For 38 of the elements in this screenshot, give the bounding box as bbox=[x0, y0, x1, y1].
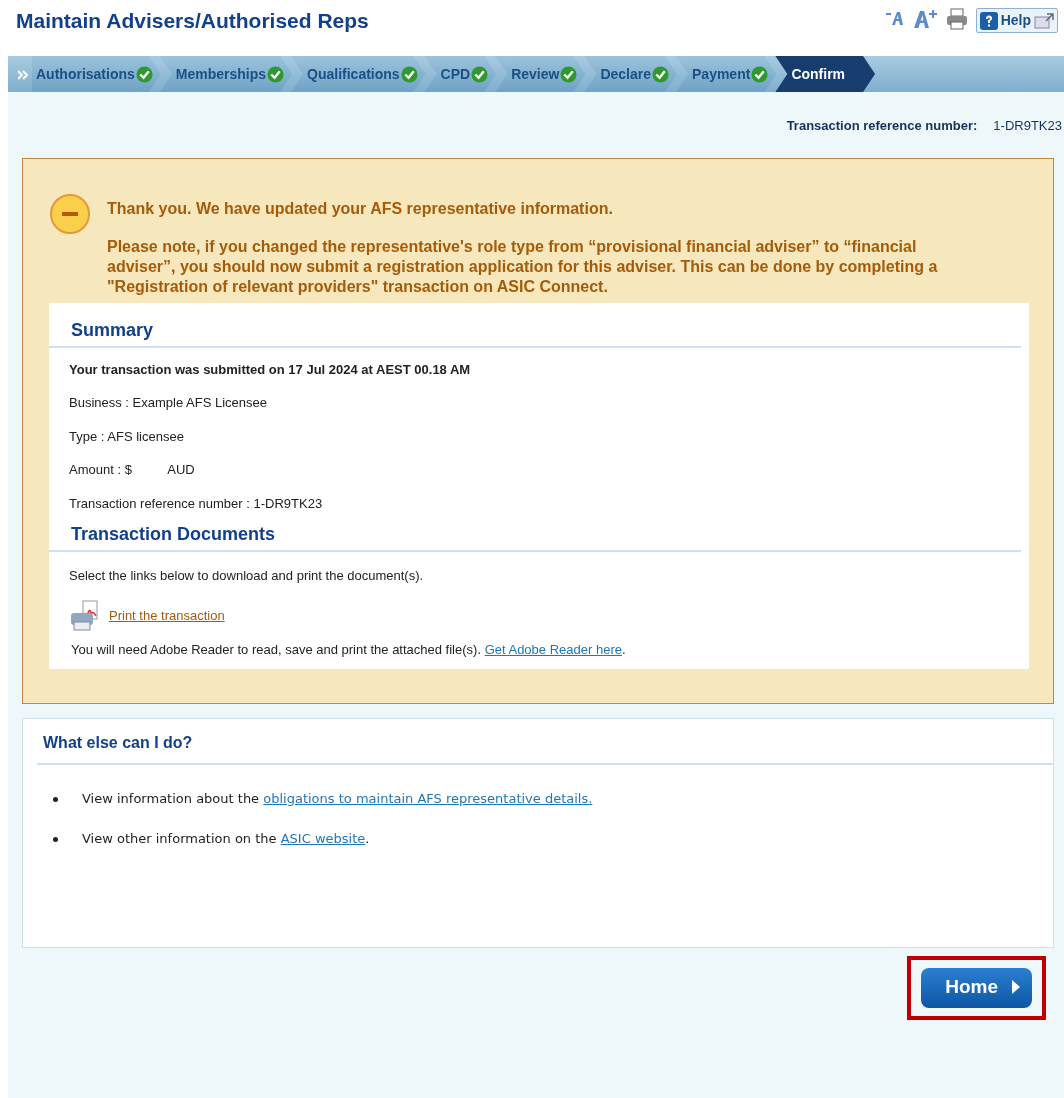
bullet-icon bbox=[53, 836, 58, 842]
step-tab[interactable]: Declare bbox=[584, 56, 677, 92]
caret-icon bbox=[1012, 980, 1020, 995]
reader-note: You will need Adobe Reader to read, save and print the attached file(s). Get Adobe Reader here. bbox=[70, 640, 627, 659]
print-icon[interactable] bbox=[945, 8, 968, 30]
info-text: View other information on the ASIC website. bbox=[82, 829, 370, 848]
step-tab[interactable]: Review bbox=[495, 56, 586, 92]
step-tab[interactable]: CPD bbox=[424, 56, 497, 92]
page-title: Maintain Advisers/Authorised Reps bbox=[16, 8, 369, 34]
reference-number: 1-DR9TK23 bbox=[993, 118, 1062, 133]
step-tab[interactable]: Authorisations bbox=[32, 56, 161, 92]
bullet-icon bbox=[53, 797, 58, 802]
minus-icon bbox=[49, 192, 91, 235]
section-heading: What else can I do? bbox=[37, 731, 1053, 765]
home-button[interactable]: Home bbox=[921, 968, 1032, 1008]
summary-line: Transaction reference number : 1-DR9TK23 bbox=[68, 494, 324, 513]
info-text: View information about the obligations to maintain AFS representative details. bbox=[82, 790, 593, 808]
popout-icon bbox=[1034, 12, 1054, 29]
reference-label: Transaction reference number: bbox=[786, 118, 978, 133]
step-tab[interactable]: Payment bbox=[676, 56, 777, 92]
step-tab[interactable]: Memberships bbox=[159, 56, 293, 92]
adobe-reader-link[interactable]: Get Adobe Reader here bbox=[484, 641, 622, 657]
info-link[interactable]: obligations to maintain AFS representative details. bbox=[263, 791, 593, 806]
summary-line: Type : AFS licensee bbox=[68, 427, 185, 446]
step-tab[interactable]: Confirm bbox=[775, 56, 876, 92]
notice-heading: Thank you. We have updated your AFS representative information. bbox=[107, 198, 614, 219]
notice-text: Please note, if you changed the representative's role type from “provisional financial adviser” to “financial adviser”, you should now submit a registration application for this adviser. This can be done by completing a "Registration of relevant providers" transaction on ASIC Connect. bbox=[107, 236, 939, 297]
summary-line: Business : Example AFS Licensee bbox=[68, 394, 268, 412]
summary-line: Your transaction was submitted on 17 Jul 2024 at AEST 00.18 AM bbox=[68, 360, 472, 379]
increase-text-size-icon[interactable] bbox=[911, 8, 938, 30]
question-icon bbox=[979, 11, 998, 30]
section-heading: Summary bbox=[49, 316, 1021, 348]
summary-line: Amount : $ AUD bbox=[68, 461, 196, 479]
print-link[interactable]: Print the transaction bbox=[109, 605, 225, 626]
help-button[interactable]: Help bbox=[975, 8, 1058, 33]
step-tab[interactable]: Qualifications bbox=[291, 56, 426, 92]
section-heading: Transaction Documents bbox=[49, 521, 1021, 552]
instruction-text: Select the links below to download and print the document(s). bbox=[68, 567, 425, 585]
